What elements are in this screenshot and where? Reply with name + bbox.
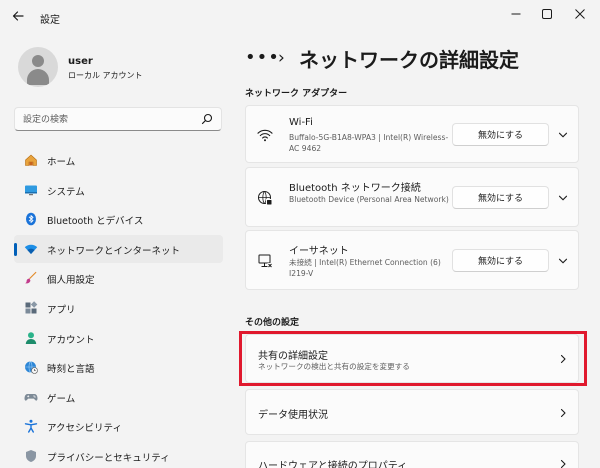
back-arrow-icon: [12, 11, 24, 21]
globe-icon: [258, 191, 272, 205]
settings-window: 設定 user ローカル アカウント 設定の検索 ホーム システム Blueto…: [0, 0, 600, 468]
sidebar-item-network[interactable]: ネットワークとインターネット: [14, 234, 223, 263]
shield-icon: [26, 449, 36, 462]
maximize-icon: [542, 9, 552, 19]
setting-title: ハードウェアと接続のプロパティ: [258, 461, 408, 468]
chevron-down-icon[interactable]: [557, 255, 569, 267]
adapter-name: イーサネット: [289, 246, 349, 257]
user-name: user: [68, 56, 93, 67]
minimize-icon: [511, 13, 521, 15]
sidebar-item-system[interactable]: システム: [14, 176, 223, 204]
active-indicator: [14, 242, 17, 256]
wifi-icon: [257, 129, 273, 142]
sidebar-item-label: 個人用設定: [47, 275, 95, 287]
adapter-description: Buffalo-5G-B1A8-WPA3 | Intel(R) Wireless…: [289, 133, 449, 153]
adapters-heading: ネットワーク アダプター: [245, 89, 348, 99]
sidebar-item-accounts[interactable]: アカウント: [14, 324, 223, 352]
sidebar-item-home[interactable]: ホーム: [14, 146, 223, 174]
settings-row-data-usage[interactable]: データ使用状況: [245, 389, 579, 435]
settings-row-hardware-properties[interactable]: ハードウェアと接続のプロパティ: [245, 441, 579, 468]
search-box[interactable]: [14, 107, 222, 131]
sidebar-item-time-language[interactable]: 時刻と言語: [14, 353, 223, 381]
sidebar-item-label: アカウント: [47, 334, 95, 346]
close-icon: [575, 9, 585, 19]
back-button[interactable]: [10, 9, 26, 25]
breadcrumb-overflow-button[interactable]: •••: [245, 47, 280, 68]
close-button[interactable]: [570, 6, 590, 26]
sidebar-item-accessibility[interactable]: アクセシビリティ: [14, 412, 223, 440]
disable-button[interactable]: 無効にする: [452, 249, 549, 272]
adapter-name: Wi-Fi: [289, 117, 313, 128]
search-icon: [201, 113, 213, 125]
disable-button[interactable]: 無効にする: [452, 123, 549, 146]
chevron-down-icon[interactable]: [557, 129, 569, 141]
adapter-card-ethernet: イーサネット 未接続 | Intel(R) Ethernet Connectio…: [245, 230, 579, 290]
sidebar-item-label: プライバシーとセキュリティ: [47, 452, 170, 464]
ethernet-icon: [258, 254, 273, 269]
account-type: ローカル アカウント: [68, 71, 143, 80]
title-bar: 設定: [0, 0, 600, 34]
sidebar-item-personalization[interactable]: 個人用設定: [14, 264, 223, 292]
other-settings-heading: その他の設定: [245, 318, 300, 328]
maximize-button[interactable]: [537, 6, 557, 26]
system-icon: [25, 185, 37, 195]
sidebar-item-label: ネットワークとインターネット: [47, 245, 181, 257]
sidebar-item-label: 時刻と言語: [47, 364, 95, 376]
apps-icon: [25, 301, 38, 314]
minimize-button[interactable]: [506, 6, 526, 26]
window-title: 設定: [40, 15, 60, 26]
breadcrumb-separator: ›: [278, 48, 285, 68]
adapter-card-bluetooth: Bluetooth ネットワーク接続 Bluetooth Device (Per…: [245, 167, 579, 227]
sidebar-item-label: ホーム: [47, 157, 76, 168]
search-input[interactable]: [23, 112, 203, 127]
globe-clock-icon: [25, 361, 38, 374]
adapter-description: Bluetooth Device (Personal Area Network): [289, 195, 449, 204]
sidebar-item-apps[interactable]: アプリ: [14, 294, 223, 322]
account-icon: [25, 331, 37, 344]
page-title: ネットワークの詳細設定: [299, 48, 519, 72]
brush-icon: [25, 272, 37, 284]
sidebar-item-bluetooth[interactable]: Bluetooth とデバイス: [14, 205, 223, 233]
network-icon: [24, 244, 38, 254]
disable-button[interactable]: 無効にする: [452, 186, 549, 209]
sidebar-item-privacy[interactable]: プライバシーとセキュリティ: [14, 442, 223, 468]
chevron-right-icon: [560, 408, 566, 418]
highlight-box: [239, 331, 587, 386]
setting-title: データ使用状況: [258, 410, 328, 421]
sidebar-item-label: Bluetooth とデバイス: [47, 216, 144, 228]
gamepad-icon: [24, 393, 38, 401]
adapter-name: Bluetooth ネットワーク接続: [289, 183, 421, 194]
sidebar-item-label: システム: [47, 186, 85, 198]
sidebar-item-label: アクセシビリティ: [47, 423, 122, 435]
sidebar-item-label: ゲーム: [47, 393, 76, 405]
sidebar-item-gaming[interactable]: ゲーム: [14, 383, 223, 411]
chevron-down-icon[interactable]: [557, 192, 569, 204]
adapter-card-wifi: Wi-Fi Buffalo-5G-B1A8-WPA3 | Intel(R) Wi…: [245, 105, 579, 163]
sidebar-item-label: アプリ: [47, 304, 76, 316]
bluetooth-icon: [26, 212, 36, 226]
avatar: [18, 47, 58, 87]
accessibility-icon: [24, 420, 38, 434]
adapter-description: 未接続 | Intel(R) Ethernet Connection (6) I…: [289, 258, 441, 278]
home-icon: [25, 154, 37, 166]
chevron-right-icon: [560, 459, 566, 468]
sidebar-nav: ホーム システム Bluetooth とデバイス ネットワークとインターネット: [14, 146, 224, 468]
